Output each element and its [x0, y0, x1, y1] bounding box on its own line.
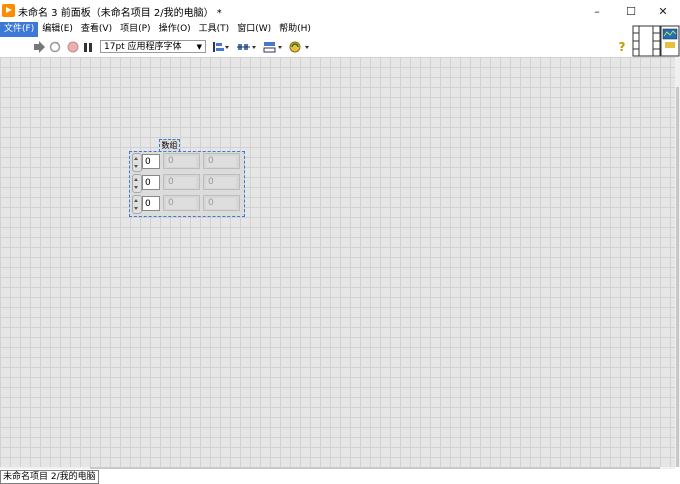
array-element-value: 0	[206, 156, 236, 167]
minimize-button[interactable]: –	[580, 0, 614, 22]
index-stepper[interactable]	[132, 174, 142, 193]
toolbar: ?	[0, 37, 632, 57]
array-element[interactable]: 0	[203, 153, 240, 169]
menu-help[interactable]: 帮助(H)	[275, 22, 315, 37]
index-display[interactable]: 0	[142, 175, 160, 190]
menu-bar: 文件(F) 编辑(E) 查看(V) 项目(P) 操作(O) 工具(T) 窗口(W…	[0, 22, 680, 37]
index-stepper[interactable]	[132, 153, 142, 172]
project-context[interactable]: 未命名项目 2/我的电脑	[0, 470, 99, 484]
align-objects-icon[interactable]	[212, 40, 230, 54]
menu-edit[interactable]: 编辑(E)	[38, 22, 77, 37]
array-control[interactable]: 0 0 0 0 0 0 0 0 0	[129, 151, 245, 217]
title-bar: 未命名 3 前面板（未命名项目 2/我的电脑） * – ☐ ✕	[0, 0, 680, 22]
reorder-icon[interactable]	[289, 40, 311, 54]
array-element[interactable]: 0	[163, 195, 200, 211]
labview-app-icon	[2, 4, 15, 17]
front-panel-canvas[interactable]	[0, 57, 675, 467]
pause-icon[interactable]	[83, 40, 93, 54]
window-title: 未命名 3 前面板（未命名项目 2/我的电脑） *	[18, 8, 222, 19]
vertical-scrollbar[interactable]	[675, 57, 680, 467]
index-display[interactable]: 0	[142, 154, 160, 169]
resize-objects-icon[interactable]	[263, 40, 283, 54]
menu-tools[interactable]: 工具(T)	[195, 22, 234, 37]
run-arrow-icon[interactable]	[33, 40, 46, 54]
menu-view[interactable]: 查看(V)	[77, 22, 116, 37]
array-element[interactable]: 0	[163, 153, 200, 169]
index-display[interactable]: 0	[142, 196, 160, 211]
connector-pane[interactable]	[632, 25, 680, 57]
context-help-icon[interactable]: ?	[617, 40, 627, 54]
array-element-value: 0	[166, 198, 196, 209]
maximize-button[interactable]: ☐	[614, 0, 648, 22]
vertical-scroll-thumb[interactable]	[676, 87, 679, 467]
distribute-objects-icon[interactable]	[237, 40, 257, 54]
array-element[interactable]: 0	[203, 195, 240, 211]
menu-project[interactable]: 项目(P)	[116, 22, 154, 37]
menu-operate[interactable]: 操作(O)	[155, 22, 195, 37]
chevron-down-icon: ▼	[196, 43, 202, 51]
array-element[interactable]: 0	[203, 174, 240, 190]
close-button[interactable]: ✕	[646, 0, 680, 22]
font-select-value: 17pt 应用程序字体	[104, 42, 182, 52]
array-element[interactable]: 0	[163, 174, 200, 190]
index-stepper[interactable]	[132, 195, 142, 214]
abort-execution-icon[interactable]	[67, 40, 79, 54]
array-element-value: 0	[166, 156, 196, 167]
menu-window[interactable]: 窗口(W)	[233, 22, 275, 37]
array-element-value: 0	[206, 177, 236, 188]
status-bar: 未命名项目 2/我的电脑	[0, 469, 680, 484]
text-settings-dropdown[interactable]: 17pt 应用程序字体 ▼	[100, 40, 206, 53]
run-continuously-icon[interactable]	[49, 40, 61, 54]
array-element-value: 0	[206, 198, 236, 209]
menu-file[interactable]: 文件(F)	[0, 22, 39, 37]
array-element-value: 0	[166, 177, 196, 188]
